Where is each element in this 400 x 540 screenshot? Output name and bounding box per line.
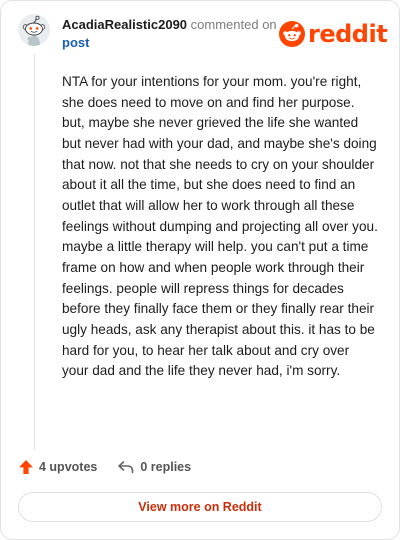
snoo-avatar-icon	[18, 14, 50, 46]
commented-on-text: commented on	[190, 17, 277, 32]
upvote-button[interactable]: 4 upvotes	[18, 459, 97, 475]
view-more-button[interactable]: View more on Reddit	[18, 492, 382, 522]
thread-line[interactable]	[34, 54, 35, 450]
author-name[interactable]: AcadiaRealistic2090	[62, 17, 187, 32]
reddit-snoo-icon	[279, 21, 305, 47]
upvote-arrow-icon	[19, 460, 33, 474]
reddit-logo[interactable]: reddit	[279, 18, 388, 50]
reply-button[interactable]: 0 replies	[117, 459, 191, 475]
reply-arrow-icon	[118, 461, 134, 474]
reddit-wordmark: reddit	[308, 20, 388, 48]
comment-header: AcadiaRealistic2090 commented on post	[62, 16, 292, 52]
comment-actions: 4 upvotes 0 replies	[18, 457, 191, 477]
upvote-count: 4 upvotes	[39, 460, 98, 474]
reply-count: 0 replies	[140, 460, 192, 474]
user-avatar[interactable]	[18, 14, 50, 46]
comment-body: NTA for your intentions for your mom. yo…	[62, 74, 378, 379]
comment-card: AcadiaRealistic2090 commented on post re…	[0, 0, 400, 540]
post-link[interactable]: post	[62, 35, 89, 50]
